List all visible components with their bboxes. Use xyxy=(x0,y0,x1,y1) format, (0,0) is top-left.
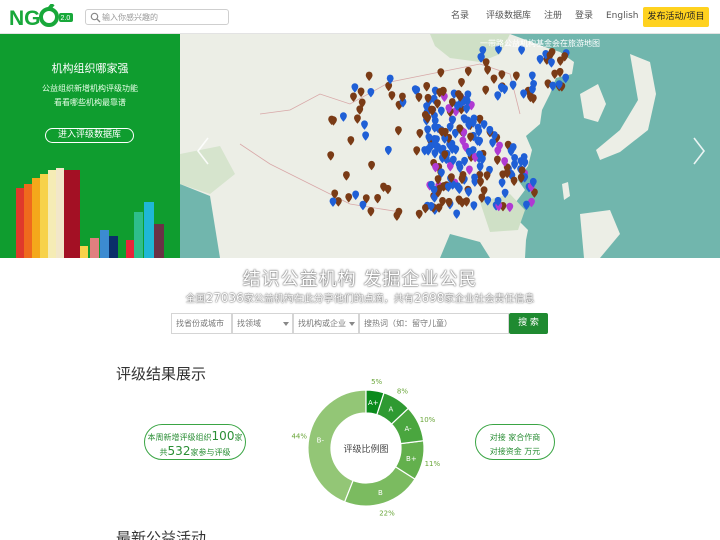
org-type-select[interactable]: 找机构或企业 xyxy=(293,313,359,334)
donut-center-label: 评级比例图 xyxy=(343,443,388,455)
carousel-next-arrow-icon[interactable] xyxy=(692,136,706,166)
total-rated-count: 532 xyxy=(167,444,191,458)
chevron-down-icon xyxy=(283,322,289,326)
nav-login[interactable]: 登录 xyxy=(575,0,593,34)
map-caption: 一带路公益机构基金会在旅游地图 xyxy=(480,38,600,48)
publish-activity-button[interactable]: 发布活动/项目 xyxy=(643,7,709,27)
donut-percent-label: 22% xyxy=(379,510,395,518)
corp-count: 2698 xyxy=(413,291,445,305)
funding-matching-line: 对接资金 万元 xyxy=(489,447,541,456)
org-count: 27036 xyxy=(205,291,244,305)
donut-category-label: A- xyxy=(404,425,412,433)
nav-rating-database[interactable]: 评级数据库 xyxy=(486,0,531,34)
weekly-rating-stats-badge[interactable]: 本周新增评级组织100家 共532家参与评级 xyxy=(144,424,246,460)
slogan-heading: 结识公益机构 发掘企业公民 xyxy=(242,269,478,290)
total-rated-prefix: 共 xyxy=(159,448,168,457)
keyword-input[interactable]: 搜热词（如：留守儿童） xyxy=(359,313,509,334)
donut-percent-label: 8% xyxy=(397,388,408,396)
donut-percent-label: 44% xyxy=(291,432,307,440)
search-icon xyxy=(90,12,101,23)
keyword-input-placeholder: 搜热词（如：留守儿童） xyxy=(364,319,452,328)
hero-banner: 机构组织哪家强 公益组织新增机构评级功能 看看哪些机构最靠谱 进入评级数据库 一… xyxy=(0,34,720,258)
rating-ratio-donut-chart: 评级比例图 A+ 5% A 8% A- 10% B+ 11% B 22% B- 44% xyxy=(291,378,440,518)
donut-category-label: B- xyxy=(317,436,325,444)
donut-category-label: A+ xyxy=(368,399,379,407)
donut-percent-label: 5% xyxy=(371,378,382,386)
search-input[interactable] xyxy=(102,10,226,24)
decorative-bars-graphic xyxy=(16,168,164,258)
logo-badge: 2.0 xyxy=(61,15,71,22)
field-select-label: 找领域 xyxy=(237,319,261,328)
site-search xyxy=(85,9,229,25)
donut-category-label: B xyxy=(378,489,383,497)
field-select[interactable]: 找领域 xyxy=(232,313,293,334)
nav-register[interactable]: 注册 xyxy=(544,0,562,34)
rating-section-title: 评级结果展示 xyxy=(116,365,207,383)
donut-percent-label: 11% xyxy=(425,460,441,468)
nav-english[interactable]: English xyxy=(606,0,639,34)
promo-line-2: 看看哪些机构最靠谱 xyxy=(54,98,126,107)
org-type-select-label: 找机构或企业 xyxy=(298,319,346,328)
promo-panel: 机构组织哪家强 公益组织新增机构评级功能 看看哪些机构最靠谱 进入评级数据库 xyxy=(0,34,180,258)
ngo-logo[interactable]: NG 2.0 xyxy=(9,4,75,30)
weekly-new-label: 本周新增评级组织 xyxy=(147,433,212,442)
province-select-label: 找省份或城市 xyxy=(176,319,224,328)
donut-category-label: B+ xyxy=(406,455,417,463)
china-ngo-map[interactable]: 一带路公益机构基金会在旅游地图 xyxy=(180,34,720,258)
weekly-new-count: 100 xyxy=(211,429,235,443)
enter-rating-database-button[interactable]: 进入评级数据库 xyxy=(45,128,134,143)
promo-line-1: 公益组织新增机构评级功能 xyxy=(42,84,138,93)
total-rated-suffix: 家参与评级 xyxy=(190,448,231,457)
province-select[interactable]: 找省份或城市 xyxy=(171,313,232,334)
stats-prefix: 全国 xyxy=(185,294,206,305)
partner-matching-line: 对接 家合作商 xyxy=(489,433,541,442)
site-stats: 全国27036家公益机构在此分享他们的点滴，共有2698家企业社会责任信息 xyxy=(0,290,720,305)
chevron-down-icon xyxy=(349,322,355,326)
nav-directory[interactable]: 名录 xyxy=(451,0,469,34)
latest-activities-title: 最新公益活动 xyxy=(116,529,207,540)
donut-percent-label: 10% xyxy=(420,416,436,424)
page: NG 2.0 名录 评级数据库 注册 登录 English 发布活动/项目 机构… xyxy=(0,0,720,540)
matching-stats-badge[interactable]: 对接 家合作商 对接资金 万元 xyxy=(475,424,555,460)
svg-text:NG: NG xyxy=(9,7,41,30)
weekly-new-line: 本周新增评级组织100家 xyxy=(145,429,245,443)
total-rated-line: 共532家参与评级 xyxy=(145,444,245,458)
stats-middle: 家公益机构在此分享他们的点滴，共有 xyxy=(243,294,414,305)
promo-title: 机构组织哪家强 xyxy=(51,62,129,75)
carousel-prev-arrow-icon[interactable] xyxy=(196,136,210,166)
weekly-new-unit: 家 xyxy=(234,433,243,442)
stats-suffix: 家企业社会责任信息 xyxy=(444,294,535,305)
top-header: NG 2.0 名录 评级数据库 注册 登录 English 发布活动/项目 xyxy=(0,0,720,34)
donut-category-label: A xyxy=(389,406,394,414)
search-button[interactable]: 搜 索 xyxy=(509,313,548,334)
